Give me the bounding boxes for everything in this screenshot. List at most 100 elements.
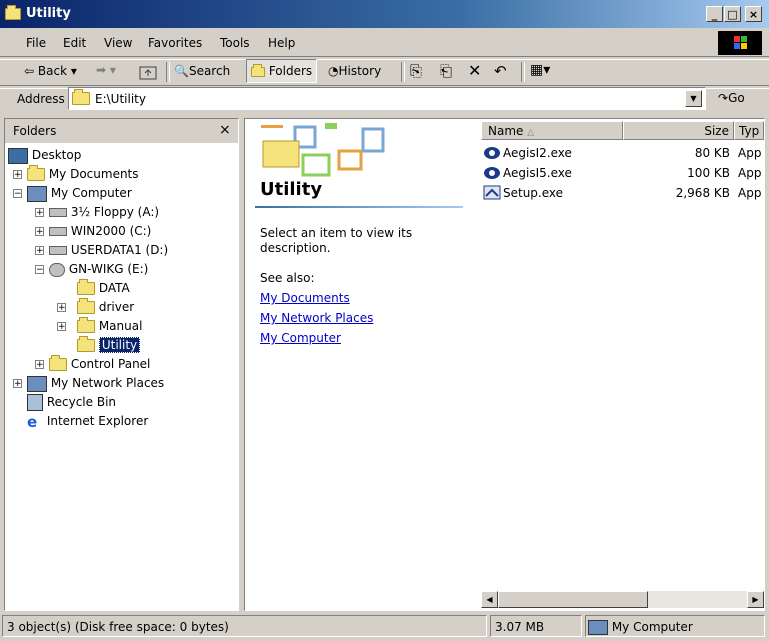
horizontal-scrollbar[interactable]: ◀ ▶	[481, 591, 764, 608]
address-field[interactable]: E:\Utility	[68, 87, 706, 110]
cd-drive-icon	[49, 262, 65, 277]
go-arrow-icon: ↷	[718, 91, 729, 105]
folder-icon	[77, 317, 95, 333]
menu-help[interactable]: Help	[268, 36, 295, 50]
folders-pane: Folders × Desktop + My Documents − My Co…	[4, 118, 239, 611]
tree-item-my-documents[interactable]: My Documents	[27, 165, 139, 184]
history-icon: ◔	[328, 64, 339, 78]
collapse-icon[interactable]: −	[35, 265, 44, 275]
tree-item-manual[interactable]: Manual	[77, 317, 142, 336]
setup-icon	[483, 185, 501, 207]
menu-favorites[interactable]: Favorites	[148, 36, 202, 50]
menu-view[interactable]: View	[104, 36, 132, 50]
expand-icon[interactable]: +	[35, 208, 44, 218]
link-my-computer[interactable]: My Computer	[260, 331, 341, 345]
views-icon[interactable]: ▦▾	[530, 62, 550, 78]
open-folder-icon	[77, 336, 95, 352]
expand-icon[interactable]: +	[35, 360, 44, 370]
network-icon	[27, 375, 47, 392]
tree-item-my-network-places[interactable]: My Network Places	[27, 374, 164, 393]
tree-item-data[interactable]: DATA	[77, 279, 130, 298]
undo-icon[interactable]: ↶	[494, 62, 507, 80]
history-button[interactable]: ◔History	[328, 64, 381, 78]
description-text: Select an item to view its description.	[260, 226, 413, 255]
status-location: My Computer	[585, 615, 765, 637]
tree-item-utility[interactable]: Utility	[77, 336, 141, 355]
file-row[interactable]: AegisI5.exe 100 KB App	[481, 163, 764, 183]
tree-item-driver[interactable]: driver	[77, 298, 134, 317]
computer-icon	[588, 620, 608, 635]
column-header-size[interactable]: Size	[623, 121, 734, 140]
standard-toolbar: ⇦ Back ▾ ➡ ▾ 🔍Search Folders ◔History ⎘ …	[0, 59, 769, 85]
folders-pane-title: Folders	[13, 124, 57, 138]
address-label: Address	[17, 92, 65, 106]
windows-logo-icon	[718, 31, 762, 55]
menu-edit[interactable]: Edit	[63, 36, 86, 50]
floppy-drive-icon	[49, 208, 67, 217]
up-folder-icon[interactable]	[138, 63, 158, 84]
folder-icon	[77, 298, 95, 314]
status-size: 3.07 MB	[490, 615, 582, 637]
scroll-left-icon[interactable]: ◀	[481, 591, 498, 608]
folders-button[interactable]: Folders	[246, 59, 318, 83]
close-button[interactable]: ×	[745, 6, 762, 22]
tree-item-gn-wikg[interactable]: GN-WIKG (E:)	[49, 260, 148, 279]
scroll-thumb[interactable]	[498, 591, 648, 608]
internet-explorer-icon: e	[27, 412, 38, 431]
toolbar-separator	[166, 62, 170, 82]
computer-icon	[27, 185, 47, 202]
link-my-documents[interactable]: My Documents	[260, 291, 350, 305]
back-arrow-icon: ⇦	[24, 64, 35, 78]
menu-file[interactable]: File	[26, 36, 46, 50]
address-dropdown-button[interactable]: ▼	[685, 90, 702, 107]
search-button[interactable]: 🔍Search	[174, 64, 230, 78]
link-my-network-places[interactable]: My Network Places	[260, 311, 373, 325]
my-documents-icon	[27, 165, 45, 181]
toolbar-separator	[401, 62, 405, 82]
tree-item-desktop[interactable]: Desktop	[8, 146, 81, 165]
folder-icon	[5, 4, 21, 20]
folder-icon	[77, 279, 95, 295]
tree-item-win2000[interactable]: WIN2000 (C:)	[49, 222, 151, 241]
expand-icon[interactable]: +	[35, 246, 44, 256]
back-button[interactable]: ⇦ Back ▾	[24, 64, 77, 78]
expand-icon[interactable]: +	[57, 303, 66, 313]
tree-item-userdata1[interactable]: USERDATA1 (D:)	[49, 241, 168, 260]
folders-pane-header: Folders ×	[5, 119, 238, 143]
scroll-right-icon[interactable]: ▶	[747, 591, 764, 608]
minimize-button[interactable]: _	[706, 6, 723, 22]
collapse-icon[interactable]: −	[13, 189, 22, 199]
menu-tools[interactable]: Tools	[220, 36, 250, 50]
move-to-icon[interactable]: ⎘	[410, 62, 422, 80]
file-row[interactable]: Setup.exe 2,968 KB App	[481, 183, 764, 203]
column-header-name[interactable]: Name △	[481, 121, 623, 140]
control-panel-icon	[49, 355, 67, 371]
see-also-label: See also:	[260, 271, 315, 285]
folder-graphic-icon	[249, 121, 389, 184]
expand-icon[interactable]: +	[13, 379, 22, 389]
tree-item-floppy[interactable]: 3½ Floppy (A:)	[49, 203, 159, 222]
go-button[interactable]: ↷Go	[718, 91, 745, 105]
tree-item-control-panel[interactable]: Control Panel	[49, 355, 150, 374]
maximize-button[interactable]: □	[724, 6, 741, 22]
expand-icon[interactable]: +	[13, 170, 22, 180]
close-folders-pane-button[interactable]: ×	[219, 122, 231, 138]
tree-item-my-computer[interactable]: My Computer	[27, 184, 132, 203]
expand-icon[interactable]: +	[57, 322, 66, 332]
title-bar[interactable]: Utility _ □ ×	[0, 0, 769, 28]
forward-button[interactable]: ➡ ▾	[96, 63, 116, 77]
folder-heading: Utility	[260, 179, 323, 200]
address-value: E:\Utility	[95, 92, 146, 106]
desktop-icon	[8, 147, 28, 164]
heading-underline	[255, 206, 463, 208]
copy-to-icon[interactable]: ⎗	[440, 62, 452, 80]
recycle-bin-icon	[27, 394, 43, 411]
file-row[interactable]: AegisI2.exe 80 KB App	[481, 143, 764, 163]
tree-item-recycle-bin[interactable]: Recycle Bin	[27, 393, 116, 412]
folders-icon	[251, 63, 265, 77]
expand-icon[interactable]: +	[35, 227, 44, 237]
column-header-type[interactable]: Typ	[734, 121, 764, 140]
delete-icon[interactable]: ✕	[468, 61, 481, 80]
toolbar-separator	[521, 62, 525, 82]
tree-item-internet-explorer[interactable]: e Internet Explorer	[27, 412, 148, 431]
